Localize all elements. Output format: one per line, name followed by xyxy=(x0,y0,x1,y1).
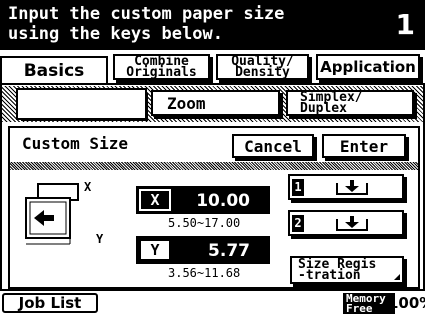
tab-basics-label: Basics xyxy=(23,61,85,81)
cancel-button-label: Cancel xyxy=(244,136,302,156)
x-key-label: X xyxy=(150,191,160,209)
x-size-field[interactable]: X 10.00 xyxy=(136,186,270,214)
tab-application-label: Application xyxy=(320,58,416,76)
memory-key-1[interactable]: 1 xyxy=(288,174,404,200)
enter-button[interactable]: Enter xyxy=(322,134,406,158)
arrow-down-into-tray-icon xyxy=(336,180,368,195)
subtab-simplex-line2: Duplex xyxy=(300,101,347,116)
x-key: X xyxy=(139,189,171,211)
subtab-zoom-label: Zoom xyxy=(167,93,206,113)
tab-quality-line2: Density xyxy=(235,65,290,80)
y-range: 3.56~11.68 xyxy=(168,266,241,280)
y-size-field[interactable]: Y 5.77 xyxy=(136,236,270,264)
memory-key-2[interactable]: 2 xyxy=(288,210,404,236)
diagram-y-label: Y xyxy=(96,232,104,246)
dialog-title: Custom Size xyxy=(22,134,128,153)
x-value: 10.00 xyxy=(196,191,250,211)
memory-key-1-number: 1 xyxy=(292,179,304,196)
tab-quality-density[interactable]: Quality/ Density xyxy=(216,54,309,80)
size-registration-line2: -tration xyxy=(298,268,361,283)
cancel-button[interactable]: Cancel xyxy=(232,134,314,158)
y-key-label: Y xyxy=(150,241,160,259)
tab-bar: Basics Combine Originals Quality/ Densit… xyxy=(0,50,425,84)
dialog-divider xyxy=(10,162,418,170)
size-registration-button[interactable]: Size Regis -tration xyxy=(290,256,404,284)
tab-combine-originals[interactable]: Combine Originals xyxy=(113,54,210,80)
tab-basics[interactable]: Basics xyxy=(0,56,108,84)
subtab-zoom[interactable]: Zoom xyxy=(151,90,280,116)
x-range: 5.50~17.00 xyxy=(168,216,241,230)
subtab-simplex-duplex[interactable]: Simplex/ Duplex xyxy=(286,90,414,116)
memory-key-2-number: 2 xyxy=(292,215,304,232)
tab-combine-line2: Originals xyxy=(126,65,197,80)
subtab-paper-label: Paper xyxy=(30,94,79,114)
tab-application[interactable]: Application xyxy=(316,54,420,80)
corner-marker-icon xyxy=(394,274,400,280)
diagram-x-label: X xyxy=(84,180,92,194)
enter-button-label: Enter xyxy=(339,136,389,156)
job-list-button[interactable]: Job List xyxy=(2,293,98,313)
y-value: 5.77 xyxy=(208,241,250,261)
job-list-label: Job List xyxy=(18,294,82,312)
subtab-paper[interactable]: Paper xyxy=(16,88,147,120)
message-line-1: Input the custom paper size xyxy=(8,4,285,24)
free-label: Free xyxy=(346,302,373,315)
message-line-2: using the keys below. xyxy=(8,24,223,44)
memory-free-percent: 100% xyxy=(388,294,425,312)
copy-count: 1 xyxy=(395,8,415,41)
arrow-down-into-tray-icon xyxy=(336,216,368,231)
message-bar: Input the custom paper size using the ke… xyxy=(0,0,425,50)
y-key: Y xyxy=(139,239,171,261)
